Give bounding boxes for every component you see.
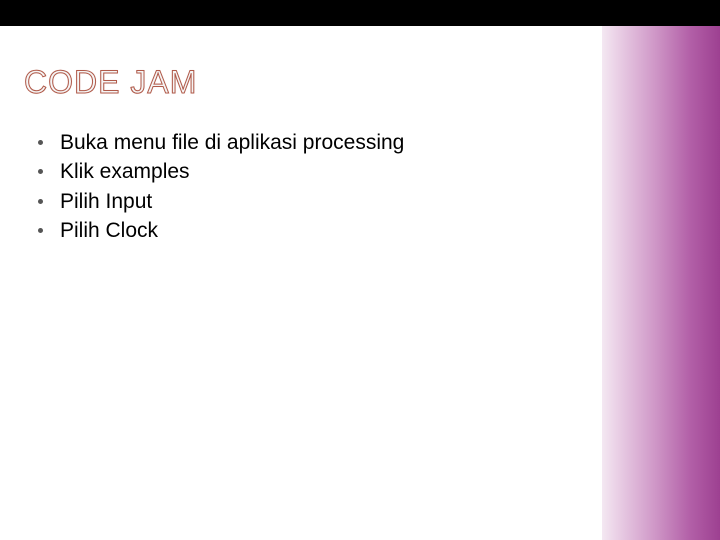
top-bar [0,0,720,26]
list-item: Pilih Clock [32,217,590,244]
slide-content: CODE JAM Buka menu file di aplikasi proc… [24,64,590,246]
list-item: Buka menu file di aplikasi processing [32,129,590,156]
list-item: Klik examples [32,158,590,185]
slide-title: CODE JAM [24,64,590,101]
list-item: Pilih Input [32,188,590,215]
sidebar-gradient [602,0,720,540]
bullet-list: Buka menu file di aplikasi processing Kl… [24,129,590,244]
